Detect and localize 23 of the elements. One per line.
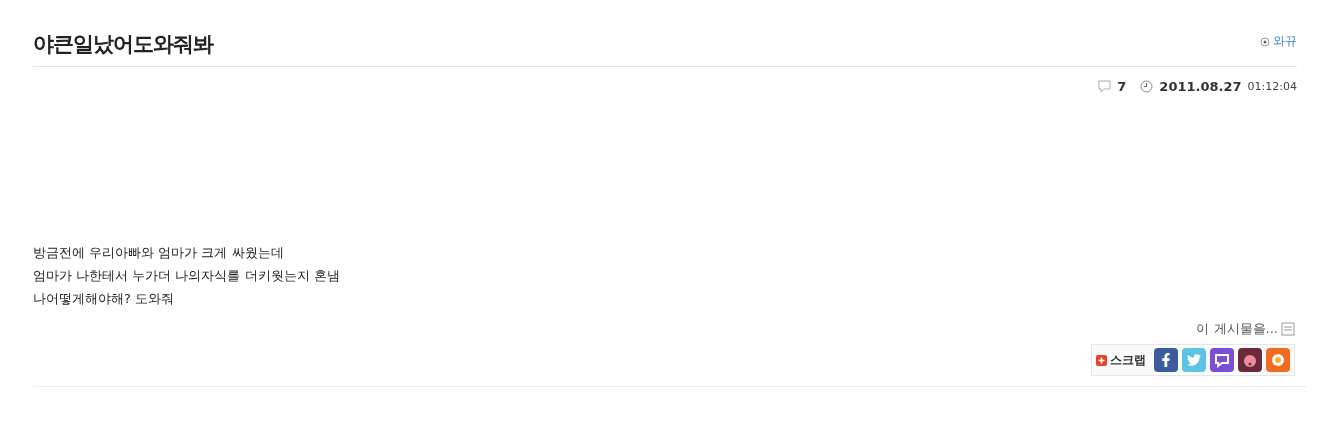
post-title: 야큰일났어도와줘봐 [33, 31, 213, 58]
comment-icon [1098, 80, 1112, 93]
body-text: 방금전에 우리아빠와 엄마가 크게 싸웠는데 [33, 244, 285, 262]
body-text: 엄마가 나한테서 누가더 나의자식를 더키웟는지 혼냄 [33, 267, 341, 285]
share-button[interactable] [1210, 348, 1234, 372]
share-button[interactable] [1266, 348, 1290, 372]
speech-bubble-icon [1214, 352, 1230, 368]
share-label: 이 게시물을... [1196, 320, 1278, 338]
facebook-icon [1159, 353, 1173, 367]
clock-icon [1140, 80, 1154, 93]
scrap-button[interactable]: 스크랩 [1096, 351, 1150, 369]
flower-icon [1270, 352, 1286, 368]
author-link[interactable]: 와뀨 [1260, 33, 1297, 50]
comment-count: 7 [1117, 79, 1127, 94]
face-icon [1242, 352, 1258, 368]
body-text: 나어떻게해야해? 도와줘 [33, 290, 176, 308]
share-button[interactable] [1238, 348, 1262, 372]
post-date: 2011.08.27 [1159, 79, 1242, 94]
bird-icon [1187, 353, 1201, 367]
document-icon [1281, 322, 1295, 336]
plus-icon [1096, 354, 1107, 366]
share-button[interactable] [1154, 348, 1178, 372]
post-time: 01:12:04 [1247, 80, 1297, 93]
